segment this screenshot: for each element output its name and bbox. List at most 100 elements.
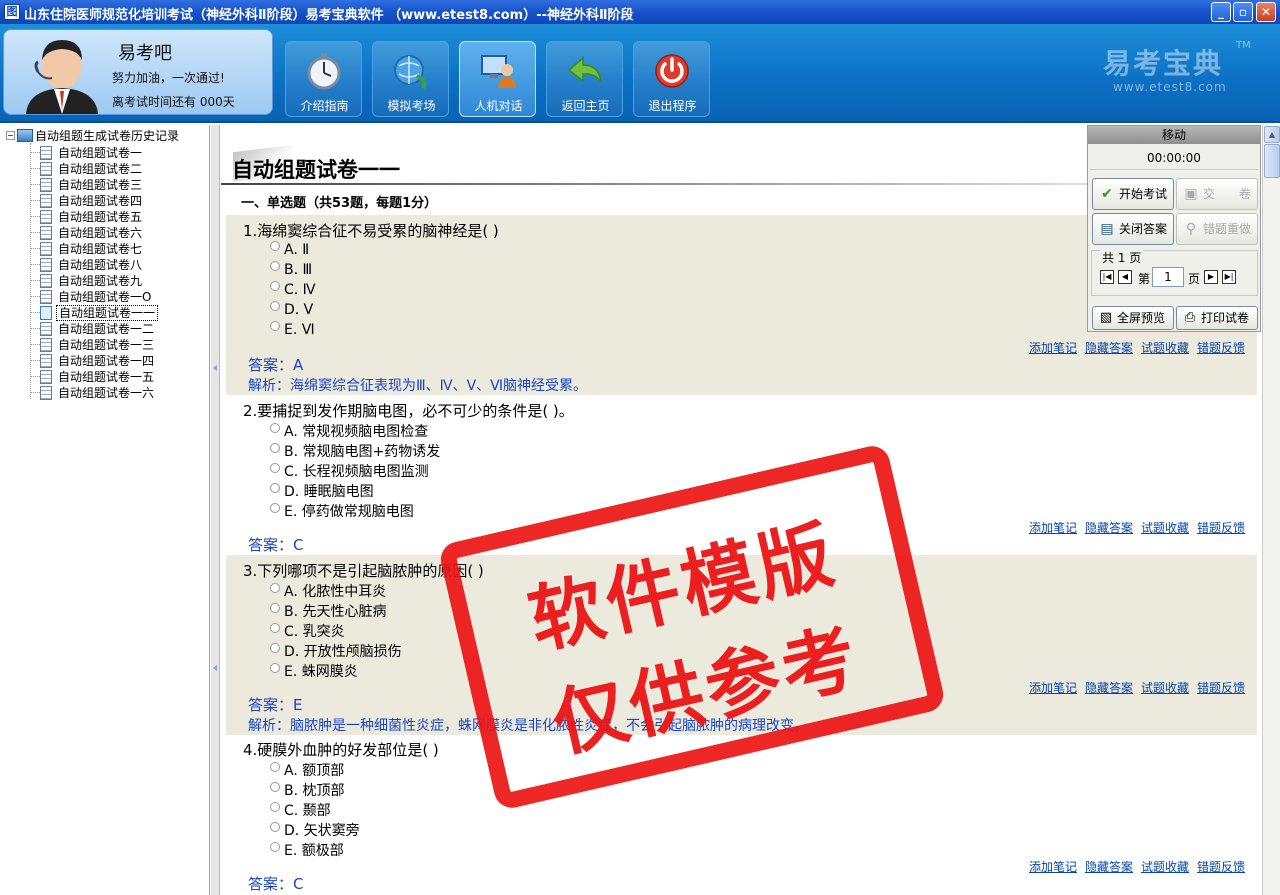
tree-item[interactable]: 自动组题试卷四 (30, 192, 144, 208)
title-bar[interactable]: 图 山东住院医师规范化培训考试（神经外科Ⅱ阶段）易考宝典软件 （www.etes… (0, 0, 1280, 24)
answer-option[interactable]: E. 额极部 (270, 840, 344, 860)
radio-button[interactable] (270, 643, 280, 653)
answer-option[interactable]: C. 乳突炎 (270, 621, 345, 641)
add-note-link[interactable]: 添加笔记 (1029, 860, 1077, 874)
answer-option[interactable]: D. Ⅴ (270, 301, 313, 318)
nav-human-computer-dialog-button[interactable]: 人机对话 (459, 41, 536, 117)
splitter-arrow-icon[interactable] (213, 365, 217, 371)
radio-button[interactable] (270, 623, 280, 633)
favorite-question-link[interactable]: 试题收藏 (1141, 860, 1189, 874)
radio-button[interactable] (270, 822, 280, 832)
radio-button[interactable] (270, 261, 280, 271)
answer-option[interactable]: D. 开放性颅脑损伤 (270, 641, 402, 661)
report-error-link[interactable]: 错题反馈 (1197, 681, 1245, 695)
tree-item[interactable]: 自动组题试卷一三 (30, 336, 156, 352)
radio-button[interactable] (270, 423, 280, 433)
favorite-question-link[interactable]: 试题收藏 (1141, 681, 1189, 695)
nav-intro-guide-button[interactable]: 介绍指南 (285, 41, 362, 117)
answer-option[interactable]: E. 停药做常规脑电图 (270, 501, 414, 521)
report-error-link[interactable]: 错题反馈 (1197, 521, 1245, 535)
radio-button[interactable] (270, 281, 280, 291)
favorite-question-link[interactable]: 试题收藏 (1141, 341, 1189, 355)
radio-button[interactable] (270, 301, 280, 311)
answer-option[interactable]: A. 额顶部 (270, 760, 344, 780)
tree-item[interactable]: 自动组题试卷一 (30, 144, 144, 160)
report-error-link[interactable]: 错题反馈 (1197, 860, 1245, 874)
prev-page-icon[interactable]: ◀ (1118, 270, 1132, 284)
tree-item[interactable]: 自动组题试卷一四 (30, 352, 156, 368)
report-error-link[interactable]: 错题反馈 (1197, 341, 1245, 355)
answer-option[interactable]: B. 枕顶部 (270, 780, 345, 800)
print-paper-button[interactable]: ⎙ 打印试卷 (1176, 306, 1258, 330)
answer-option[interactable]: E. Ⅵ (270, 321, 315, 338)
answer-option[interactable]: C. 颞部 (270, 800, 331, 820)
answer-option[interactable]: B. 常规脑电图+药物诱发 (270, 441, 440, 461)
tree-collapse-icon[interactable]: − (6, 131, 15, 140)
start-exam-button[interactable]: ✔ 开始考试 (1092, 178, 1174, 210)
tree-item[interactable]: 自动组题试卷九 (30, 272, 144, 288)
radio-button[interactable] (270, 503, 280, 513)
last-page-icon[interactable]: ▶| (1222, 270, 1236, 284)
tree-item[interactable]: 自动组题试卷八 (30, 256, 144, 272)
nav-mock-exam-button[interactable]: 模拟考场 (372, 41, 449, 117)
panel-drag-handle[interactable]: 移动 (1088, 126, 1260, 144)
pane-splitter[interactable] (211, 125, 220, 895)
radio-button[interactable] (270, 663, 280, 673)
fullscreen-preview-button[interactable]: ▧ 全屏预览 (1092, 306, 1174, 330)
radio-button[interactable] (270, 842, 280, 852)
radio-button[interactable] (270, 443, 280, 453)
answer-option[interactable]: E. 蛛网膜炎 (270, 661, 358, 681)
tree-item[interactable]: 自动组题试卷一二 (30, 320, 156, 336)
page-number-input[interactable]: 1 (1152, 267, 1184, 287)
nav-exit-program-button[interactable]: 退出程序 (633, 41, 710, 117)
radio-button[interactable] (270, 483, 280, 493)
radio-button[interactable] (270, 241, 280, 251)
nav-return-home-button[interactable]: 返回主页 (546, 41, 623, 117)
hide-answer-link[interactable]: 隐藏答案 (1085, 521, 1133, 535)
tree-root[interactable]: − 自动组题生成试卷历史记录 (6, 127, 179, 143)
answer-option[interactable]: C. Ⅳ (270, 281, 316, 298)
scroll-thumb[interactable] (1264, 144, 1280, 178)
answer-option[interactable]: A. 常规视频脑电图检查 (270, 421, 428, 441)
tree-item[interactable]: 自动组题试卷五 (30, 208, 144, 224)
hide-answer-link[interactable]: 隐藏答案 (1085, 860, 1133, 874)
close-answer-button[interactable]: ▤ 关闭答案 (1092, 213, 1174, 245)
radio-button[interactable] (270, 782, 280, 792)
tree-item[interactable]: 自动组题试卷一六 (30, 384, 156, 400)
maximize-button[interactable]: ▫ (1233, 2, 1253, 22)
tree-item[interactable]: 自动组题试卷一一 (30, 304, 159, 321)
add-note-link[interactable]: 添加笔记 (1029, 341, 1077, 355)
answer-option[interactable]: B. Ⅲ (270, 261, 312, 278)
splitter-arrow-icon[interactable] (213, 665, 217, 671)
content-scrollbar[interactable]: ▲ (1262, 125, 1280, 895)
radio-button[interactable] (270, 583, 280, 593)
answer-option[interactable]: A. 化脓性中耳炎 (270, 581, 386, 601)
add-note-link[interactable]: 添加笔记 (1029, 521, 1077, 535)
minimize-button[interactable]: _ (1211, 2, 1231, 22)
redo-wrong-button[interactable]: ⚲ 错题重做 (1176, 213, 1258, 245)
favorite-question-link[interactable]: 试题收藏 (1141, 521, 1189, 535)
next-page-icon[interactable]: ▶ (1204, 270, 1218, 284)
answer-option[interactable]: D. 矢状窦旁 (270, 820, 360, 840)
tree-item[interactable]: 自动组题试卷七 (30, 240, 144, 256)
tree-item[interactable]: 自动组题试卷六 (30, 224, 144, 240)
answer-option[interactable]: A. Ⅱ (270, 241, 309, 258)
radio-button[interactable] (270, 802, 280, 812)
tree-item[interactable]: 自动组题试卷三 (30, 176, 144, 192)
first-page-icon[interactable]: |◀ (1100, 270, 1114, 284)
tree-item[interactable]: 自动组题试卷一O (30, 288, 153, 304)
scroll-up-button[interactable]: ▲ (1264, 126, 1280, 143)
radio-button[interactable] (270, 321, 280, 331)
answer-option[interactable]: B. 先天性心脏病 (270, 601, 387, 621)
radio-button[interactable] (270, 463, 280, 473)
radio-button[interactable] (270, 762, 280, 772)
submit-paper-button[interactable]: ▣ 交 卷 (1176, 178, 1258, 210)
add-note-link[interactable]: 添加笔记 (1029, 681, 1077, 695)
close-button[interactable]: ✕ (1256, 2, 1276, 22)
hide-answer-link[interactable]: 隐藏答案 (1085, 681, 1133, 695)
tree-item[interactable]: 自动组题试卷一五 (30, 368, 156, 384)
answer-option[interactable]: C. 长程视频脑电图监测 (270, 461, 429, 481)
hide-answer-link[interactable]: 隐藏答案 (1085, 341, 1133, 355)
radio-button[interactable] (270, 603, 280, 613)
answer-option[interactable]: D. 睡眠脑电图 (270, 481, 374, 501)
